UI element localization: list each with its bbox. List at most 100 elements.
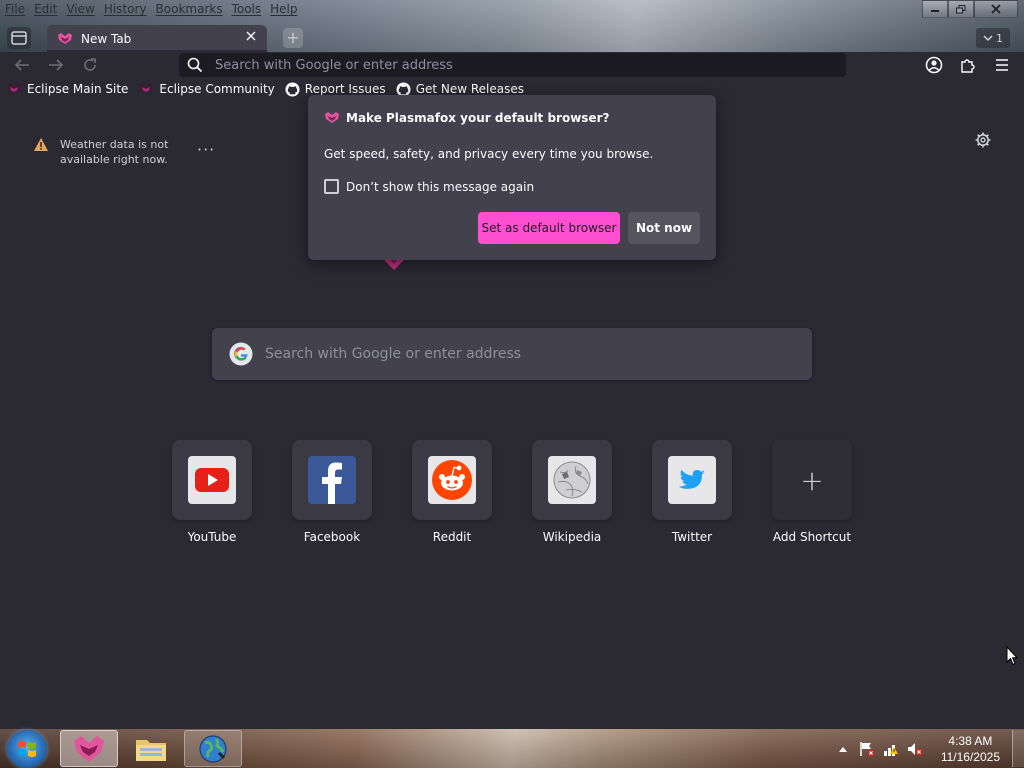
- shortcut-tile[interactable]: [652, 440, 732, 520]
- reload-button[interactable]: [79, 55, 101, 75]
- plus-icon: +: [800, 463, 824, 497]
- menu-tools[interactable]: Tools: [227, 0, 266, 20]
- bookmark-label: Get New Releases: [415, 82, 525, 96]
- shortcut-label: Reddit: [432, 530, 472, 544]
- shortcut-youtube[interactable]: YouTube: [172, 440, 252, 544]
- taskbar-file-explorer[interactable]: [122, 730, 180, 767]
- bookmark-eclipse-community[interactable]: Eclipse Community: [138, 82, 275, 96]
- github-icon: [285, 81, 300, 97]
- dialog-title: Make Plasmafox your default browser?: [324, 111, 609, 125]
- warning-icon: [34, 138, 48, 151]
- maximize-button[interactable]: [948, 0, 974, 18]
- add-shortcut-tile[interactable]: +: [772, 440, 852, 520]
- menu-history[interactable]: History: [99, 0, 151, 20]
- shortcut-twitter[interactable]: Twitter: [652, 440, 732, 544]
- shortcut-label: Facebook: [303, 530, 361, 544]
- action-center-tray-icon[interactable]: [858, 740, 876, 758]
- show-hidden-icons-button[interactable]: [834, 740, 852, 758]
- weather-options-button[interactable]: ···: [197, 140, 215, 159]
- shortcut-label: YouTube: [187, 530, 237, 544]
- system-tray: 4:38 AM 11/16/2025: [831, 729, 1024, 768]
- plasmafox-icon: [325, 112, 339, 123]
- shortcut-tile[interactable]: [412, 440, 492, 520]
- extensions-button[interactable]: [957, 54, 979, 76]
- shortcut-reddit[interactable]: Reddit: [412, 440, 492, 544]
- tab-new-tab[interactable]: New Tab: [47, 25, 267, 52]
- minimize-icon: [931, 10, 939, 12]
- wikipedia-icon: [548, 456, 596, 504]
- twitter-icon: [668, 456, 716, 504]
- plus-icon: +: [286, 28, 300, 47]
- navigation-toolbar: [0, 52, 1024, 78]
- shortcut-label: Twitter: [671, 530, 713, 544]
- account-button[interactable]: [923, 54, 945, 76]
- url-input[interactable]: [215, 57, 815, 73]
- reload-icon: [84, 58, 96, 71]
- window-titlebar: File Edit View History Bookmarks Tools H…: [0, 0, 1024, 52]
- google-icon: [229, 342, 253, 366]
- facebook-icon: [308, 456, 356, 504]
- menu-bar: File Edit View History Bookmarks Tools H…: [0, 0, 302, 20]
- gear-icon: [975, 132, 991, 148]
- tabs-overview-icon: [11, 31, 27, 45]
- more-horizontal-icon: ···: [197, 140, 216, 159]
- new-tab-button[interactable]: +: [283, 28, 303, 48]
- dont-show-again-checkbox[interactable]: [324, 179, 339, 194]
- dont-show-again-option[interactable]: Don’t show this message again: [324, 179, 534, 194]
- shortcut-tile[interactable]: [532, 440, 612, 520]
- tab-close-button[interactable]: [243, 29, 259, 45]
- menu-bookmarks[interactable]: Bookmarks: [151, 0, 227, 20]
- weather-message: Weather data is not available right now.: [60, 138, 169, 166]
- shortcut-tile[interactable]: [172, 440, 252, 520]
- clock-time: 4:38 AM: [948, 733, 993, 748]
- taskbar-plasmafox[interactable]: [60, 730, 118, 767]
- minimize-button[interactable]: [922, 0, 948, 18]
- taskbar-network-app[interactable]: [184, 730, 242, 767]
- bookmark-label: Report Issues: [304, 82, 386, 96]
- network-warning-icon: [883, 744, 898, 756]
- list-all-tabs-button[interactable]: 1: [976, 28, 1010, 48]
- forward-button[interactable]: [45, 55, 67, 75]
- reddit-icon: [428, 456, 476, 504]
- account-icon: [925, 56, 943, 74]
- checkbox-label: Don’t show this message again: [346, 179, 535, 194]
- web-search-box[interactable]: [212, 328, 812, 380]
- clock-date: 11/16/2025: [940, 749, 1000, 764]
- start-button[interactable]: [7, 730, 47, 768]
- plasmafox-icon: [6, 83, 22, 95]
- plasmafox-icon: [74, 735, 104, 762]
- show-desktop-button[interactable]: [1012, 730, 1024, 767]
- default-browser-dialog: Make Plasmafox your default browser? Get…: [308, 95, 716, 260]
- search-input[interactable]: [265, 346, 785, 362]
- personalize-settings-button[interactable]: [975, 132, 991, 151]
- system-clock[interactable]: 4:38 AM 11/16/2025: [941, 733, 1000, 765]
- set-default-browser-button[interactable]: Set as default browser: [478, 212, 620, 244]
- menu-view[interactable]: View: [61, 0, 98, 20]
- shortcut-label: Add Shortcut: [772, 530, 852, 544]
- tab-overview-button[interactable]: [7, 27, 31, 49]
- shortcut-tile[interactable]: [292, 440, 372, 520]
- flag-warning-icon: [860, 741, 875, 756]
- app-menu-button[interactable]: [991, 54, 1013, 76]
- shortcut-facebook[interactable]: Facebook: [292, 440, 372, 544]
- menu-file[interactable]: File: [0, 0, 29, 20]
- shortcut-wikipedia[interactable]: Wikipedia: [532, 440, 612, 544]
- plasmafox-icon: [58, 32, 72, 44]
- menu-edit[interactable]: Edit: [29, 0, 61, 20]
- globe-icon: [199, 734, 227, 763]
- speaker-muted-icon: [907, 742, 923, 755]
- bookmark-eclipse-main-site[interactable]: Eclipse Main Site: [6, 82, 128, 96]
- network-tray-icon[interactable]: [882, 740, 900, 758]
- close-window-button[interactable]: [974, 0, 1018, 18]
- not-now-button[interactable]: Not now: [628, 212, 700, 244]
- address-bar: [179, 53, 846, 77]
- menu-help[interactable]: Help: [265, 0, 301, 20]
- bookmark-label: Eclipse Main Site: [27, 82, 129, 96]
- back-button[interactable]: [11, 55, 33, 75]
- window-controls: [922, 0, 1018, 18]
- folder-icon: [136, 739, 166, 761]
- tab-strip: New Tab + 1: [0, 24, 1024, 52]
- youtube-icon: [188, 456, 236, 504]
- shortcut-add[interactable]: + Add Shortcut: [772, 440, 852, 544]
- volume-tray-icon[interactable]: [906, 740, 924, 758]
